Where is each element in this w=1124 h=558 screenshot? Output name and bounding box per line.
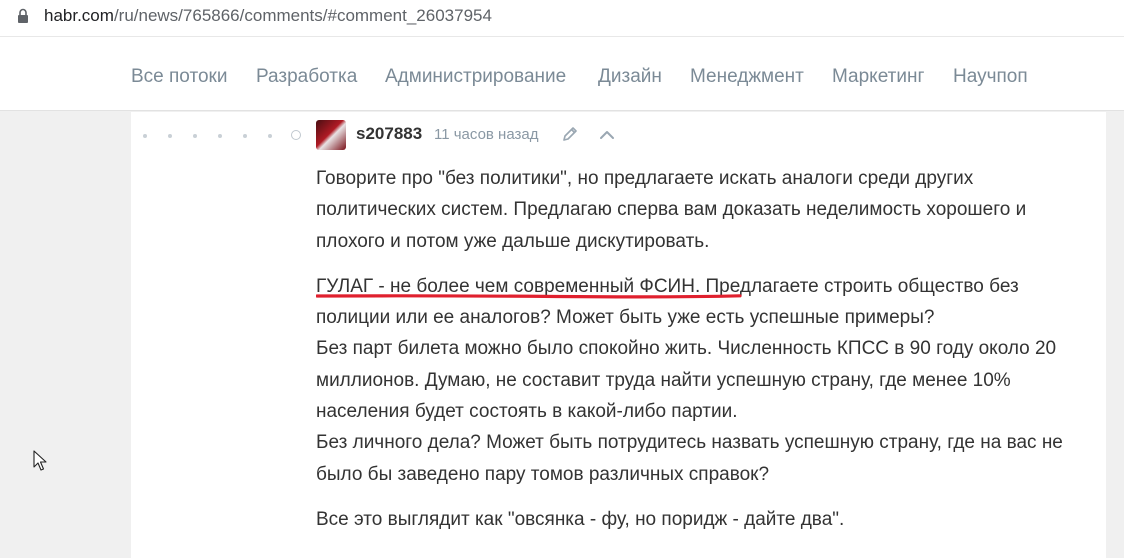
paragraph-2-line-3: Без личного дела? Может быть потрудитесь… xyxy=(316,432,1063,485)
red-underline-annotation xyxy=(316,294,742,299)
comment-time[interactable]: 11 часов назад xyxy=(434,126,538,143)
top-navigation: Все потоки Разработка Администрирование … xyxy=(0,36,1124,111)
lock-icon xyxy=(18,8,28,23)
comment-body: Говорите про "без политики", но предлага… xyxy=(316,163,1086,549)
nav-item-all-flows[interactable]: Все потоки xyxy=(131,66,227,88)
nav-item-development[interactable]: Разработка xyxy=(256,66,357,88)
thread-dot-current[interactable] xyxy=(291,130,301,140)
paragraph-2-line-2: Без парт билета можно было спокойно жить… xyxy=(316,338,1057,423)
thread-dot xyxy=(268,134,272,138)
thread-dot xyxy=(243,134,247,138)
nav-item-management[interactable]: Менеджмент xyxy=(690,66,804,88)
nav-item-popsci[interactable]: Научпоп xyxy=(953,66,1028,88)
url-domain: habr.com xyxy=(44,6,114,25)
comment-paragraph-3: Все это выглядит как "овсянка - фу, но п… xyxy=(316,508,845,530)
comment-author[interactable]: s207883 xyxy=(356,124,422,144)
thread-dot xyxy=(218,134,222,138)
nav-item-marketing[interactable]: Маркетинг xyxy=(832,66,924,88)
url-path: /ru/news/765866/comments/#comment_260379… xyxy=(113,6,492,25)
pencil-icon[interactable] xyxy=(561,125,579,143)
thread-dot xyxy=(168,134,172,138)
url-text[interactable]: habr.com/ru/news/765866/comments/#commen… xyxy=(44,6,492,26)
nav-item-design[interactable]: Дизайн xyxy=(598,66,662,88)
browser-address-bar[interactable]: habr.com/ru/news/765866/comments/#commen… xyxy=(0,0,1124,36)
comment-paragraph-2: ГУЛАГ - не более чем современный ФСИН. П… xyxy=(316,271,1086,490)
thread-dot xyxy=(193,134,197,138)
mouse-pointer-icon xyxy=(33,450,47,471)
nav-item-administration[interactable]: Администрирование xyxy=(385,66,566,88)
thread-dot xyxy=(143,134,147,138)
comment-paragraph-1: Говорите про "без политики", но предлага… xyxy=(316,168,1027,252)
chevron-up-icon[interactable] xyxy=(598,127,616,141)
avatar[interactable] xyxy=(316,120,346,150)
